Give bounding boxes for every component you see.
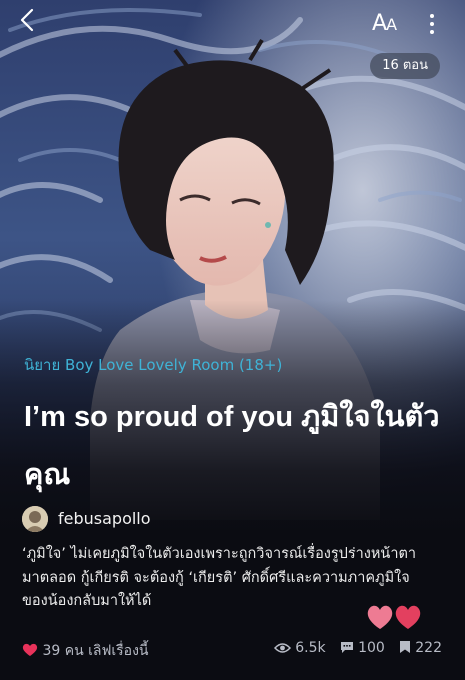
genre-tag[interactable]: นิยาย Boy Love Lovely Room (18+) bbox=[24, 353, 282, 377]
font-size-label-big: A bbox=[372, 11, 387, 36]
story-counts: 6.5k 100 222 bbox=[264, 640, 442, 658]
comment-icon bbox=[340, 641, 354, 658]
heart-icon bbox=[22, 643, 38, 661]
font-size-label-small: A bbox=[386, 15, 397, 34]
love-hearts-icon bbox=[366, 603, 424, 631]
likes-count[interactable]: 39 คน เลิฟเรื่องนี้ bbox=[22, 640, 149, 662]
back-button[interactable] bbox=[20, 8, 50, 38]
comments-count: 100 bbox=[358, 640, 385, 656]
episodes-badge: 16 ตอน bbox=[370, 53, 440, 79]
bookmark-icon bbox=[399, 640, 411, 658]
stats-row: 39 คน เลิฟเรื่องนี้ 6.5k 100 222 bbox=[22, 640, 442, 660]
likes-label: 39 คน เลิฟเรื่องนี้ bbox=[42, 643, 149, 659]
top-bar: AA 16 ตอน bbox=[0, 0, 465, 79]
story-title: I’m so proud of you ภูมิใจในตัวคุณ bbox=[24, 401, 440, 491]
chevron-left-icon bbox=[20, 8, 34, 39]
views-count: 6.5k bbox=[295, 640, 326, 656]
font-size-button[interactable]: AA bbox=[372, 8, 397, 40]
avatar bbox=[22, 506, 48, 532]
bookmarks-count: 222 bbox=[415, 640, 442, 656]
author-name: febusapollo bbox=[58, 509, 151, 528]
eye-icon bbox=[274, 642, 292, 658]
more-options-button[interactable] bbox=[422, 8, 442, 40]
